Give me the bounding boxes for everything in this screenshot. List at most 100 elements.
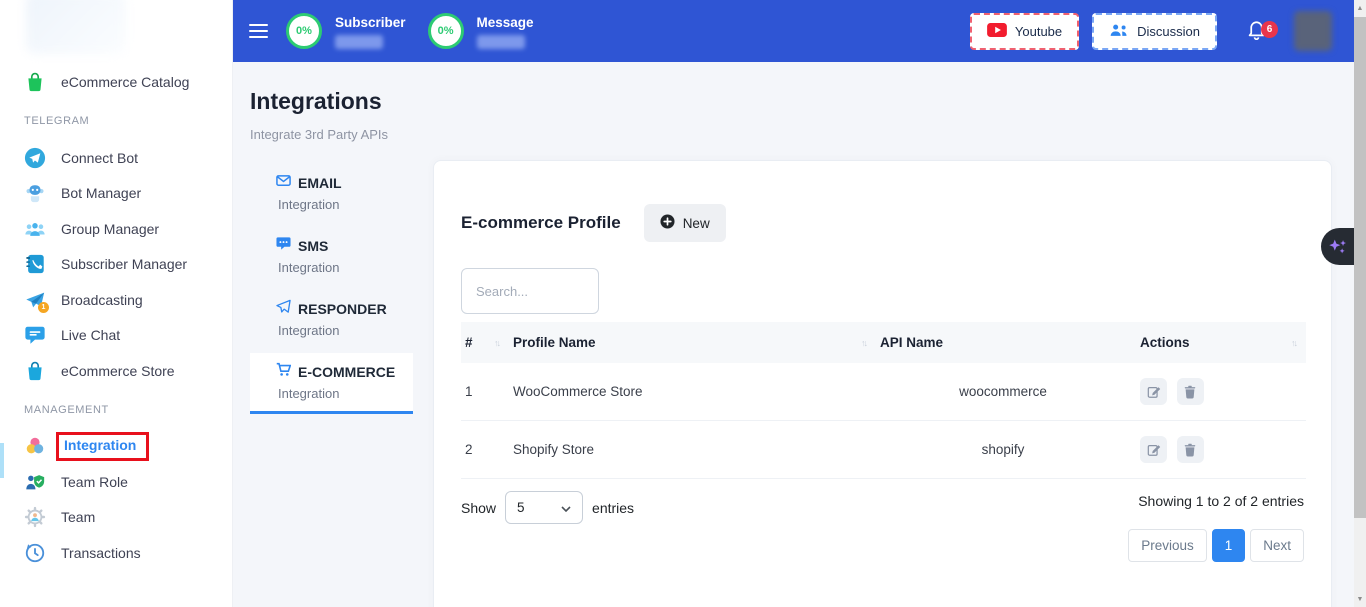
ai-assistant-button[interactable] <box>1321 228 1354 265</box>
message-value-blurred <box>477 35 525 49</box>
tab-subtitle: Integration <box>278 323 413 338</box>
sidebar-item-ecommerce-catalog[interactable]: eCommerce Catalog <box>0 64 232 100</box>
panel-title: E-commerce Profile <box>461 213 621 233</box>
profiles-table: # ↑↓ Profile Name ↑↓ API Name Actions ↑↓ <box>461 322 1306 479</box>
subscriber-value-blurred <box>335 35 383 49</box>
entries-summary: Showing 1 to 2 of 2 entries <box>1138 493 1304 509</box>
sidebar-item-label: Connect Bot <box>61 150 138 166</box>
cart-icon <box>276 362 291 382</box>
notifications-button[interactable]: 6 <box>1245 17 1268 45</box>
page-size-select[interactable]: 5 <box>505 491 583 524</box>
sparkles-icon <box>1327 236 1349 258</box>
message-percent-ring: 0% <box>428 13 464 49</box>
edit-button[interactable] <box>1140 436 1167 463</box>
page-size-value: 5 <box>517 500 525 515</box>
youtube-button[interactable]: Youtube <box>970 13 1079 50</box>
broadcasting-badge: 1 <box>38 302 49 313</box>
page-size-control: Show 5 entries <box>461 491 634 524</box>
sidebar: eCommerce Catalog TELEGRAM Connect Bot B… <box>0 0 233 607</box>
row-api-name: shopify <box>876 421 1136 479</box>
sidebar-item-label: Team Role <box>61 474 128 490</box>
group-icon <box>24 218 46 240</box>
menu-toggle-icon[interactable] <box>249 20 268 42</box>
page-title: Integrations <box>250 88 382 115</box>
integration-circles-icon <box>24 435 46 457</box>
table-header-row: # ↑↓ Profile Name ↑↓ API Name Actions ↑↓ <box>461 322 1306 363</box>
gear-user-icon <box>24 506 46 528</box>
trash-icon <box>1183 443 1197 457</box>
tab-subtitle: Integration <box>278 260 413 275</box>
subscriber-stat-label: Subscriber <box>335 15 406 30</box>
sidebar-item-label: Team <box>61 509 95 525</box>
row-index: 2 <box>461 421 509 479</box>
tab-title: RESPONDER <box>298 301 387 317</box>
tab-ecommerce-integration[interactable]: E-COMMERCE Integration <box>250 353 413 414</box>
vertical-scrollbar[interactable]: ▲ ▼ <box>1354 0 1366 607</box>
tab-title: EMAIL <box>298 175 342 191</box>
discussion-button[interactable]: Discussion <box>1092 13 1217 50</box>
sidebar-item-bot-manager[interactable]: Bot Manager <box>0 176 232 212</box>
previous-page-button[interactable]: Previous <box>1128 529 1207 562</box>
column-header-number[interactable]: # ↑↓ <box>461 322 509 363</box>
ecommerce-profile-card: E-commerce Profile New # ↑↓ Profile Name <box>433 160 1332 607</box>
table-row: 2 Shopify Store shopify <box>461 421 1306 479</box>
shopping-bag-green-icon <box>24 71 46 93</box>
sidebar-section-management: MANAGEMENT <box>0 404 232 416</box>
sidebar-item-integration[interactable]: Integration <box>0 429 232 465</box>
scroll-up-arrow[interactable]: ▲ <box>1354 0 1366 16</box>
tab-responder-integration[interactable]: RESPONDER Integration <box>250 290 413 348</box>
edit-button[interactable] <box>1140 378 1167 405</box>
new-profile-button[interactable]: New <box>644 204 726 242</box>
next-page-button[interactable]: Next <box>1250 529 1304 562</box>
tab-email-integration[interactable]: EMAIL Integration <box>250 164 413 222</box>
sidebar-item-label: Bot Manager <box>61 185 141 201</box>
scroll-down-arrow[interactable]: ▼ <box>1354 591 1366 607</box>
tab-subtitle: Integration <box>278 197 413 212</box>
notification-count-badge: 6 <box>1261 21 1278 38</box>
main-area: 0% Subscriber 0% Message Youtube Di <box>233 0 1366 607</box>
sort-icon: ↑↓ <box>861 338 866 348</box>
column-header-profile-name[interactable]: Profile Name ↑↓ <box>509 322 876 363</box>
sidebar-item-transactions[interactable]: Transactions <box>0 535 232 571</box>
telegram-icon <box>24 147 46 169</box>
sidebar-item-ecommerce-store[interactable]: eCommerce Store <box>0 353 232 389</box>
top-header: 0% Subscriber 0% Message Youtube Di <box>233 0 1366 62</box>
search-input[interactable] <box>461 268 599 314</box>
pagination: Previous 1 Next <box>1128 529 1304 562</box>
sidebar-item-live-chat[interactable]: Live Chat <box>0 318 232 354</box>
page-subtitle: Integrate 3rd Party APIs <box>250 127 388 142</box>
chevron-down-icon <box>561 500 571 515</box>
sidebar-item-group-manager[interactable]: Group Manager <box>0 211 232 247</box>
users-icon <box>1109 23 1129 40</box>
sidebar-item-connect-bot[interactable]: Connect Bot <box>0 140 232 176</box>
sidebar-item-broadcasting[interactable]: 1 Broadcasting <box>0 282 232 318</box>
user-avatar[interactable] <box>1294 11 1332 51</box>
sidebar-item-label: Broadcasting <box>61 292 143 308</box>
column-header-api-name[interactable]: API Name <box>876 322 1136 363</box>
sidebar-item-team-role[interactable]: Team Role <box>0 464 232 500</box>
subscriber-percent-ring: 0% <box>286 13 322 49</box>
page-1-button[interactable]: 1 <box>1212 529 1246 562</box>
delete-button[interactable] <box>1177 436 1204 463</box>
message-stat: 0% Message <box>428 13 534 49</box>
chat-bubble-icon <box>24 324 46 346</box>
youtube-icon <box>987 23 1007 40</box>
sidebar-item-team[interactable]: Team <box>0 500 232 536</box>
discussion-button-label: Discussion <box>1137 24 1200 39</box>
sidebar-item-label: Subscriber Manager <box>61 256 187 272</box>
robot-icon <box>24 182 46 204</box>
delete-button[interactable] <box>1177 378 1204 405</box>
shopping-bag-blue-icon <box>24 360 46 382</box>
sidebar-nav: eCommerce Catalog TELEGRAM Connect Bot B… <box>0 64 232 571</box>
tab-sms-integration[interactable]: SMS Integration <box>250 227 413 285</box>
contact-book-icon <box>24 253 46 275</box>
row-index: 1 <box>461 363 509 421</box>
row-actions <box>1136 363 1306 421</box>
sidebar-item-subscriber-manager[interactable]: Subscriber Manager <box>0 247 232 283</box>
column-header-actions[interactable]: Actions ↑↓ <box>1136 322 1306 363</box>
sidebar-item-label: Transactions <box>61 545 141 561</box>
sort-icon: ↑↓ <box>494 338 499 348</box>
sidebar-item-label: Live Chat <box>61 327 120 343</box>
sort-icon: ↑↓ <box>1291 338 1296 348</box>
scrollbar-thumb[interactable] <box>1354 17 1366 518</box>
